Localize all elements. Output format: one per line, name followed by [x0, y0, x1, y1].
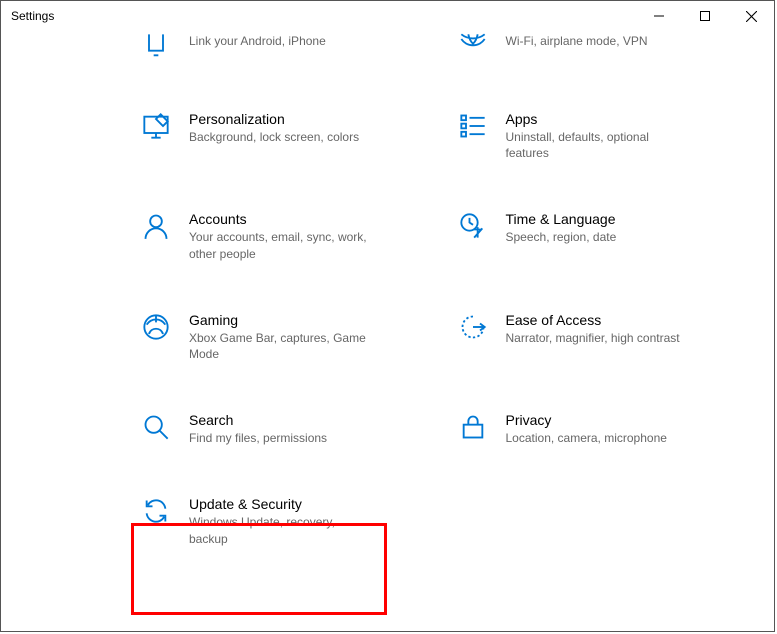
- tile-phone[interactable]: Link your Android, iPhone: [141, 31, 418, 61]
- tile-desc: Speech, region, date: [506, 229, 617, 245]
- window-controls: [636, 1, 774, 31]
- tile-desc: Windows Update, recovery, backup: [189, 514, 369, 546]
- window-title: Settings: [11, 9, 54, 23]
- tile-privacy[interactable]: Privacy Location, camera, microphone: [458, 412, 735, 446]
- maximize-button[interactable]: [682, 1, 728, 31]
- tile-desc: Link your Android, iPhone: [189, 33, 326, 49]
- tile-label: Privacy: [506, 412, 667, 428]
- tile-apps[interactable]: Apps Uninstall, defaults, optional featu…: [458, 111, 735, 161]
- titlebar: Settings: [1, 1, 774, 31]
- update-icon: [141, 496, 171, 526]
- accounts-icon: [141, 211, 171, 241]
- settings-grid: Link your Android, iPhone Wi-Fi, airplan…: [141, 31, 734, 547]
- settings-window: Settings Link your Android, iPhone: [0, 0, 775, 632]
- tile-update-security[interactable]: Update & Security Windows Update, recove…: [141, 496, 418, 546]
- search-icon: [141, 412, 171, 442]
- tile-desc: Narrator, magnifier, high contrast: [506, 330, 680, 346]
- gaming-icon: [141, 312, 171, 342]
- tile-desc: Wi-Fi, airplane mode, VPN: [506, 33, 648, 49]
- tile-desc: Location, camera, microphone: [506, 430, 667, 446]
- phone-icon: [141, 31, 171, 61]
- tile-gaming[interactable]: Gaming Xbox Game Bar, captures, Game Mod…: [141, 312, 418, 362]
- tile-time-language[interactable]: Time & Language Speech, region, date: [458, 211, 735, 261]
- tile-label: Search: [189, 412, 327, 428]
- minimize-button[interactable]: [636, 1, 682, 31]
- tile-label: Accounts: [189, 211, 369, 227]
- close-button[interactable]: [728, 1, 774, 31]
- tile-accounts[interactable]: Accounts Your accounts, email, sync, wor…: [141, 211, 418, 261]
- tile-label: Gaming: [189, 312, 369, 328]
- tile-search[interactable]: Search Find my files, permissions: [141, 412, 418, 446]
- privacy-icon: [458, 412, 488, 442]
- tile-desc: Background, lock screen, colors: [189, 129, 359, 145]
- settings-content: Link your Android, iPhone Wi-Fi, airplan…: [1, 31, 774, 631]
- tile-ease-of-access[interactable]: Ease of Access Narrator, magnifier, high…: [458, 312, 735, 362]
- tile-desc: Your accounts, email, sync, work, other …: [189, 229, 369, 261]
- tile-desc: Find my files, permissions: [189, 430, 327, 446]
- tile-personalization[interactable]: Personalization Background, lock screen,…: [141, 111, 418, 161]
- tile-label: Apps: [506, 111, 686, 127]
- personalization-icon: [141, 111, 171, 141]
- apps-icon: [458, 111, 488, 141]
- tile-desc: Uninstall, defaults, optional features: [506, 129, 686, 161]
- time-language-icon: [458, 211, 488, 241]
- tile-label: Personalization: [189, 111, 359, 127]
- tile-network[interactable]: Wi-Fi, airplane mode, VPN: [458, 31, 735, 61]
- ease-of-access-icon: [458, 312, 488, 342]
- tile-desc: Xbox Game Bar, captures, Game Mode: [189, 330, 369, 362]
- tile-label: Time & Language: [506, 211, 617, 227]
- tile-label: Update & Security: [189, 496, 369, 512]
- tile-label: Ease of Access: [506, 312, 680, 328]
- globe-icon: [458, 31, 488, 61]
